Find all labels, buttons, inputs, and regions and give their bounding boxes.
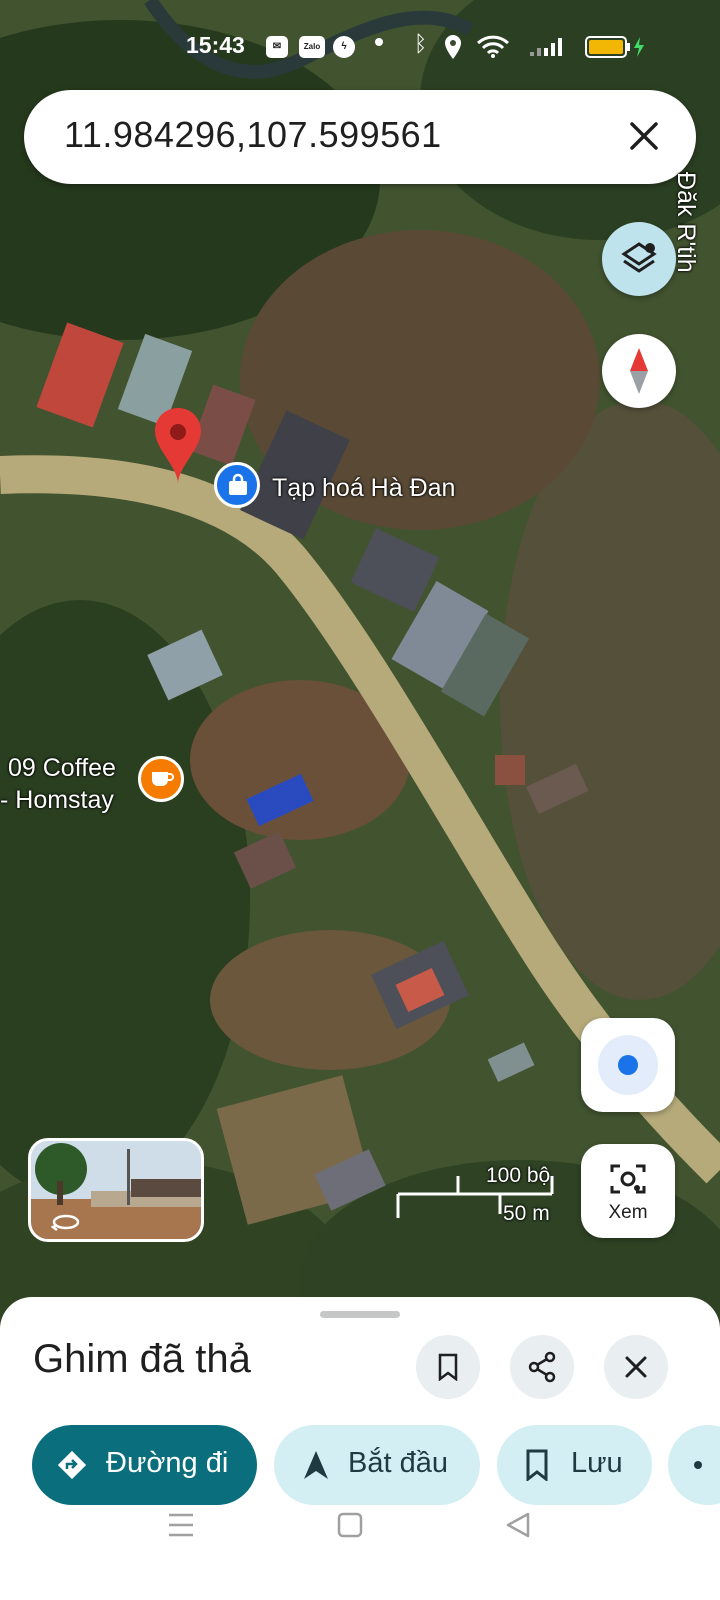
recent-apps-icon[interactable] [167, 1512, 195, 1538]
navigation-arrow-icon [304, 1451, 328, 1479]
shopping-bag-icon [229, 473, 247, 495]
messenger-notification-icon: ✉ [266, 36, 288, 58]
sheet-drag-handle[interactable] [320, 1311, 400, 1318]
camera-lens-icon [610, 1164, 646, 1194]
lens-view-button[interactable]: Xem [581, 1144, 675, 1238]
start-navigation-label: Bắt đầu [348, 1447, 448, 1479]
layers-icon [621, 242, 657, 273]
more-notifications-dot-icon [375, 38, 383, 46]
close-icon [625, 1356, 647, 1378]
layers-button[interactable] [602, 222, 676, 296]
directions-icon [57, 1450, 87, 1480]
bookmark-icon [438, 1353, 458, 1381]
search-query-text[interactable]: 11.984296,107.599561 [64, 114, 442, 156]
shop-marker[interactable] [214, 462, 260, 508]
my-location-button[interactable] [581, 1018, 675, 1112]
save-bookmark-button[interactable] [416, 1335, 480, 1399]
more-actions-icon [694, 1461, 702, 1469]
system-navigation-bar [0, 1480, 720, 1600]
signal-icon [530, 38, 562, 56]
map-label-shop[interactable]: Tạp hoá Hà Đan [272, 474, 455, 503]
messenger-icon: ϟ [333, 36, 355, 58]
status-bar: 15:43 ✉ Zalo ϟ ᛒ [0, 26, 720, 70]
street-view-thumbnail[interactable] [28, 1138, 204, 1242]
lens-view-label: Xem [608, 1202, 648, 1223]
zalo-icon: Zalo [299, 36, 325, 58]
share-button[interactable] [510, 1335, 574, 1399]
dropped-pin-icon[interactable] [152, 406, 204, 486]
directions-label: Đường đi [106, 1447, 229, 1479]
search-bar[interactable]: 11.984296,107.599561 [24, 90, 696, 184]
scale-bar-lines [396, 1176, 554, 1218]
save-bookmark-icon [526, 1449, 548, 1481]
compass-button[interactable] [602, 334, 676, 408]
status-time: 15:43 [186, 32, 245, 58]
coffee-cup-icon [152, 772, 174, 786]
home-icon[interactable] [336, 1511, 364, 1539]
map-label-coffee-line1[interactable]: 09 Coffee [8, 754, 116, 783]
compass-icon [630, 348, 648, 394]
coffee-marker[interactable] [138, 756, 184, 802]
share-icon [528, 1351, 556, 1383]
location-icon [445, 35, 461, 59]
close-sheet-button[interactable] [604, 1335, 668, 1399]
rotate-360-icon [51, 1214, 80, 1231]
battery-icon [585, 36, 644, 58]
my-location-dot-icon [618, 1055, 638, 1075]
bluetooth-icon: ᛒ [414, 31, 428, 56]
sheet-title: Ghim đã thả [33, 1337, 251, 1381]
back-icon[interactable] [504, 1511, 532, 1539]
wifi-icon [476, 35, 510, 58]
save-label: Lưu [571, 1447, 623, 1479]
close-search-icon[interactable] [620, 112, 668, 160]
map-label-coffee-line2[interactable]: - Homstay [0, 786, 114, 815]
